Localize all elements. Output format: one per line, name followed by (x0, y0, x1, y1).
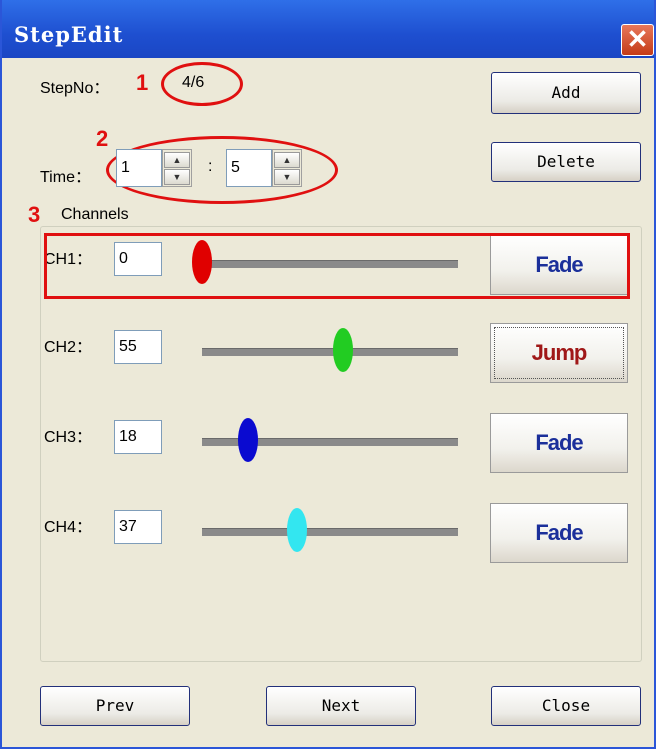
channels-group-label: Channels (58, 206, 132, 224)
time-second-stepper[interactable]: ▲ ▼ (272, 149, 302, 187)
step-number-label: StepNo： (40, 80, 110, 97)
channel-value-input[interactable]: 37 (114, 510, 162, 544)
channel-value-input[interactable]: 18 (114, 420, 162, 454)
spin-up-icon[interactable]: ▲ (164, 152, 190, 168)
time-first-stepper[interactable]: ▲ ▼ (162, 149, 192, 187)
step-number-value: 4/6 (182, 74, 205, 91)
channel-label: CH3： (44, 429, 93, 446)
channel-slider-track[interactable] (202, 528, 458, 536)
prev-button[interactable]: Prev (40, 686, 190, 726)
channel-slider-knob[interactable] (286, 508, 307, 552)
spin-down-icon[interactable]: ▼ (164, 169, 190, 185)
title-bar[interactable]: StepEdit ✕ (2, 0, 654, 58)
channel-slider-knob[interactable] (238, 418, 259, 462)
channel-label: CH2： (44, 339, 93, 356)
time-second-input[interactable]: 5 (226, 149, 272, 187)
annotation-marker-3: 3 (28, 202, 41, 227)
channel-mode-button[interactable]: Fade (490, 413, 628, 473)
time-first-input[interactable]: 1 (116, 149, 162, 187)
window-title: StepEdit (14, 22, 124, 47)
time-separator: : (208, 158, 213, 175)
channel-mode-button[interactable]: Fade (490, 503, 628, 563)
time-label: Time： (40, 169, 91, 186)
delete-button[interactable]: Delete (491, 142, 641, 182)
annotation-marker-1: 1 (136, 70, 149, 95)
close-window-icon[interactable]: ✕ (621, 24, 654, 56)
close-button[interactable]: Close (491, 686, 641, 726)
annotation-box-ch1 (44, 233, 630, 299)
spin-down-icon[interactable]: ▼ (274, 169, 300, 185)
stepedit-window: StepEdit ✕ StepNo： 1 4/6 Add Delete 2 Ti… (0, 0, 656, 749)
channel-slider-knob[interactable] (332, 328, 353, 372)
channel-slider-track[interactable] (202, 348, 458, 356)
add-button[interactable]: Add (491, 72, 641, 114)
next-button[interactable]: Next (266, 686, 416, 726)
channel-mode-button[interactable]: Jump (490, 323, 628, 383)
annotation-marker-2: 2 (96, 126, 109, 151)
channel-value-input[interactable]: 55 (114, 330, 162, 364)
channel-label: CH4： (44, 519, 93, 536)
spin-up-icon[interactable]: ▲ (274, 152, 300, 168)
